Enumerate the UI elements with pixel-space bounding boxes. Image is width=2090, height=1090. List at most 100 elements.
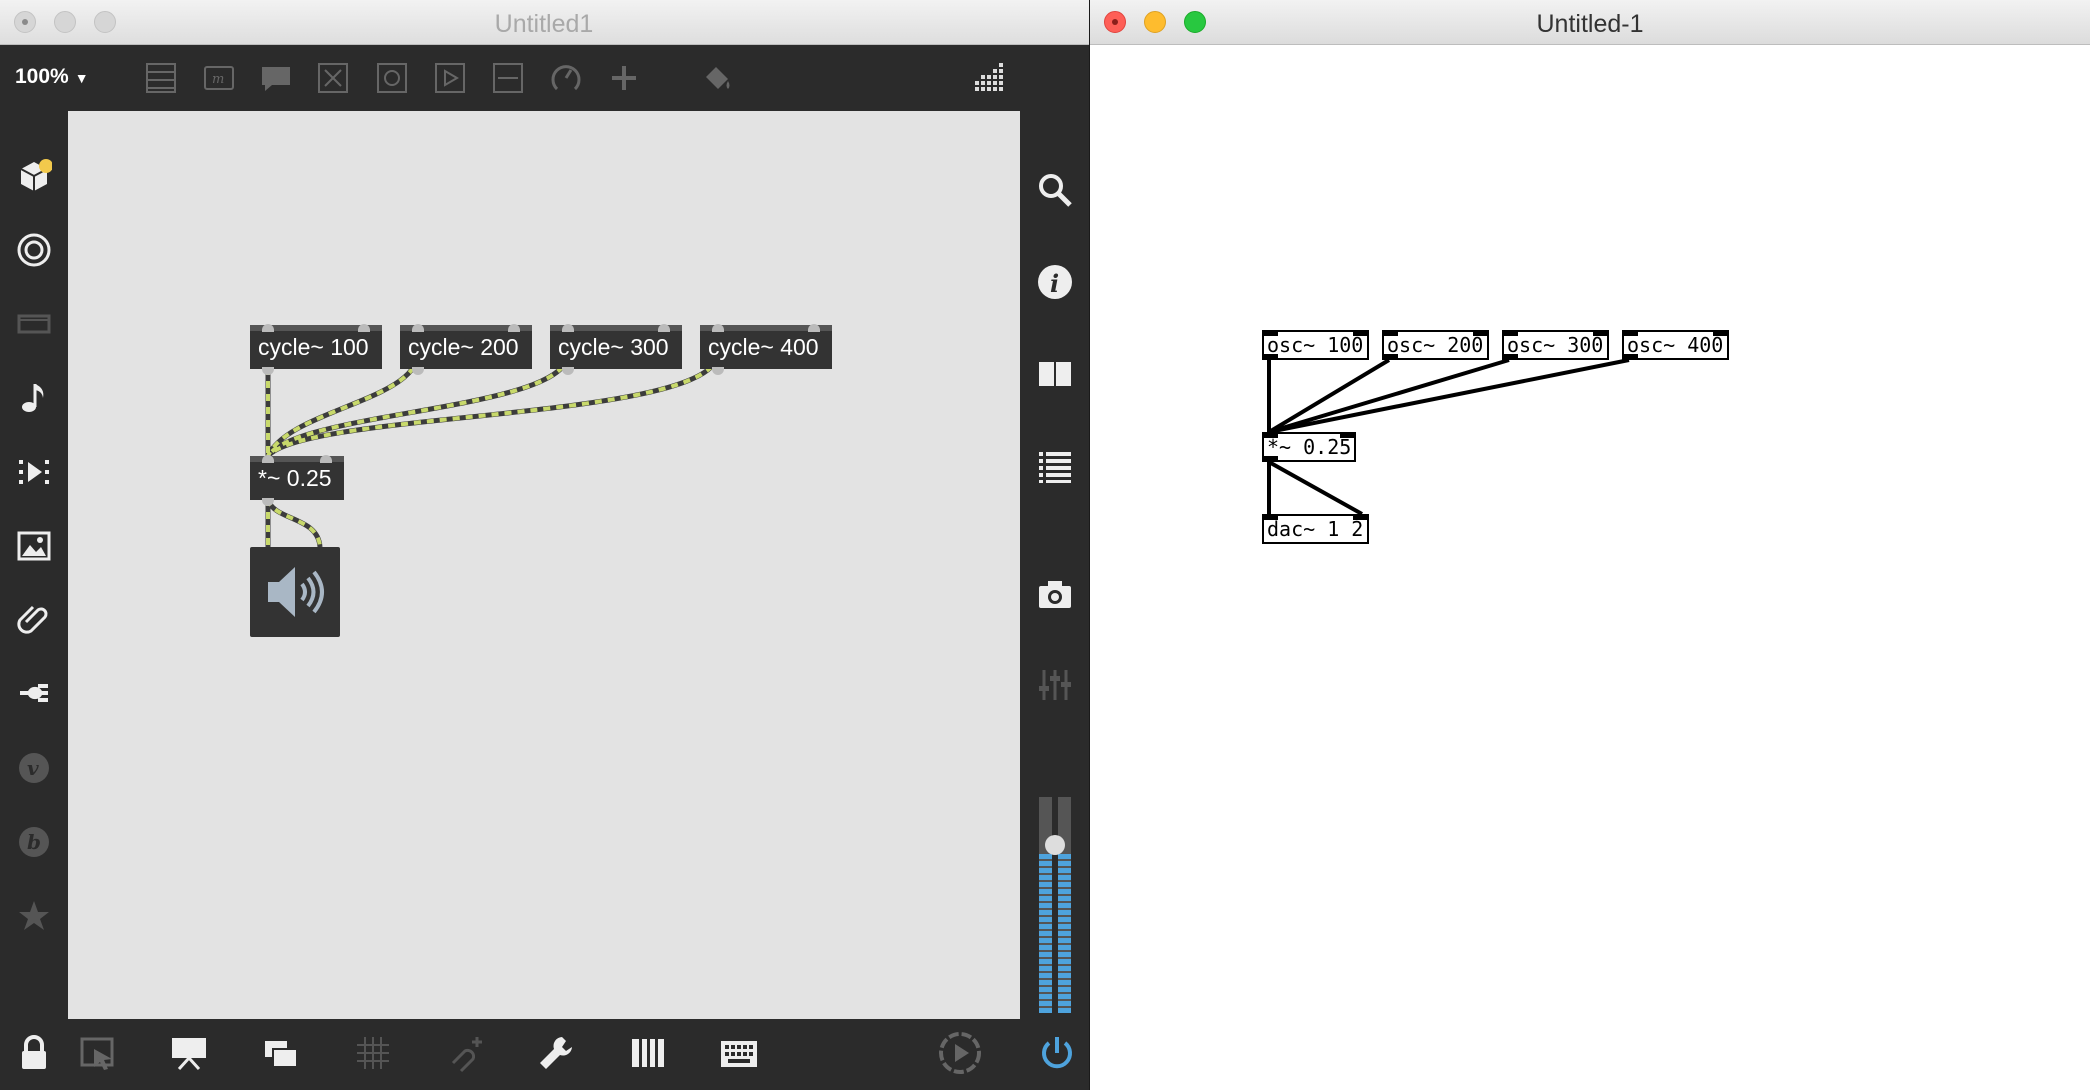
meter-segment (1058, 1008, 1071, 1013)
presentation-icon[interactable] (169, 1033, 209, 1073)
outlet[interactable] (1264, 456, 1278, 460)
max-object-cycle-100[interactable]: cycle~ 100 (250, 324, 382, 375)
image-icon[interactable] (16, 528, 52, 564)
object-label: *~ 0.25 (258, 465, 332, 491)
wrench-icon[interactable] (536, 1033, 576, 1073)
pd-object-osc-200[interactable]: osc~ 200 (1382, 330, 1489, 360)
inlet[interactable] (658, 324, 670, 332)
inlet[interactable] (262, 324, 274, 332)
book-icon[interactable] (1036, 355, 1074, 393)
speech-bubble-icon[interactable] (259, 61, 293, 95)
outlet[interactable] (1624, 354, 1638, 358)
meter-segment (1039, 861, 1052, 866)
pd-patch-window: Untitled-1 osc~ 100 osc~ 200 osc~ 300 os… (1090, 0, 2090, 1090)
mixer-icon[interactable] (1036, 666, 1074, 704)
play-icon[interactable] (433, 61, 467, 95)
inlet[interactable] (712, 324, 724, 332)
meter-segment (1039, 973, 1052, 978)
pd-connections (1267, 358, 1630, 516)
paint-bucket-icon[interactable] (700, 61, 734, 95)
meter-segment (1058, 938, 1071, 943)
meter-segment (1039, 1001, 1052, 1006)
pd-object-osc-400[interactable]: osc~ 400 (1622, 330, 1729, 360)
dial-icon[interactable] (549, 61, 583, 95)
list-icon[interactable] (1036, 447, 1074, 485)
meter-segment (1039, 924, 1052, 929)
meter-segment (1039, 896, 1052, 901)
packages-icon[interactable] (16, 158, 53, 194)
inlet[interactable] (320, 455, 332, 463)
meter-segment (1058, 987, 1071, 992)
meter-segment (1058, 861, 1071, 866)
piano-keys-icon[interactable] (628, 1033, 668, 1073)
plugin-icon[interactable] (16, 676, 52, 712)
meter-segment (1039, 1008, 1052, 1013)
inlet[interactable] (808, 324, 820, 332)
meter-segment (1058, 959, 1071, 964)
info-icon[interactable]: i (1036, 263, 1074, 301)
button-icon[interactable] (375, 61, 409, 95)
meter-segment (1058, 854, 1071, 859)
media-icon[interactable] (16, 454, 52, 490)
toggle-x-icon[interactable] (316, 61, 350, 95)
play-circle-icon[interactable] (937, 1030, 983, 1076)
object-label: dac~ 1 2 (1267, 517, 1364, 541)
inlet[interactable] (508, 324, 520, 332)
pd-object-osc-300[interactable]: osc~ 300 (1502, 330, 1609, 360)
paperclip-icon[interactable] (16, 602, 52, 638)
max-object-cycle-200[interactable]: cycle~ 200 (400, 324, 532, 375)
star-icon[interactable] (16, 898, 52, 934)
pd-object-osc-100[interactable]: osc~ 100 (1262, 330, 1369, 360)
meter-segment (1058, 980, 1071, 985)
chevron-down-icon: ▼ (74, 70, 89, 86)
max-object-multiply[interactable]: *~ 0.25 (250, 455, 344, 506)
pin-add-icon[interactable] (445, 1033, 485, 1073)
inlet[interactable] (358, 324, 370, 332)
meter-segment (1058, 875, 1071, 880)
vimeo-icon[interactable]: v (16, 750, 52, 786)
meter-segment (1039, 854, 1052, 859)
object-label: cycle~ 300 (558, 334, 669, 360)
meter-segment (1058, 994, 1071, 999)
meter-segment (1058, 910, 1071, 915)
search-icon[interactable] (1036, 171, 1074, 209)
power-icon[interactable] (1037, 1033, 1077, 1073)
inlet[interactable] (412, 324, 424, 332)
outlet[interactable] (1384, 354, 1398, 358)
volume-slider-knob[interactable] (1045, 835, 1065, 855)
output-level-meter[interactable] (1036, 797, 1074, 1013)
ezdac-speaker[interactable] (250, 547, 340, 637)
music-note-icon[interactable] (16, 380, 52, 416)
meter-segment (1039, 959, 1052, 964)
outlet[interactable] (1264, 354, 1278, 358)
max-object-cycle-400[interactable]: cycle~ 400 (700, 324, 832, 375)
meter-segment (1058, 966, 1071, 971)
max-object-cycle-300[interactable]: cycle~ 300 (550, 324, 682, 375)
pd-object-dac[interactable]: dac~ 1 2 (1262, 514, 1369, 544)
outlet[interactable] (1504, 354, 1518, 358)
grid-palette-icon[interactable] (973, 61, 1007, 95)
lock-icon[interactable] (14, 1033, 54, 1073)
inlet[interactable] (262, 455, 274, 463)
camera-icon[interactable] (1036, 576, 1074, 614)
grid-icon[interactable] (353, 1033, 393, 1073)
pd-object-multiply[interactable]: *~ 0.25 (1262, 432, 1356, 462)
comment-icon[interactable]: m (202, 61, 236, 95)
meter-segment (1039, 931, 1052, 936)
windows-icon[interactable] (261, 1033, 301, 1073)
inlet[interactable] (562, 324, 574, 332)
keyboard-icon[interactable] (719, 1033, 759, 1073)
target-icon[interactable] (16, 232, 52, 268)
patcher-canvas[interactable]: cycle~ 100 cycle~ 200 cycle~ 300 cycle~ … (68, 111, 1020, 1019)
object-label: cycle~ 200 (408, 334, 519, 360)
bold-b-icon[interactable]: b (16, 824, 52, 860)
presentation-select-icon[interactable] (78, 1033, 118, 1073)
console-icon[interactable] (16, 306, 52, 342)
add-object-icon[interactable] (607, 61, 641, 95)
message-box-icon[interactable] (144, 61, 178, 95)
meter-segment (1039, 994, 1052, 999)
zoom-menu[interactable]: 100% ▼ (15, 65, 89, 89)
meter-segment (1058, 945, 1071, 950)
slider-icon[interactable] (491, 61, 525, 95)
max-titlebar: Untitled1 (0, 0, 1089, 45)
